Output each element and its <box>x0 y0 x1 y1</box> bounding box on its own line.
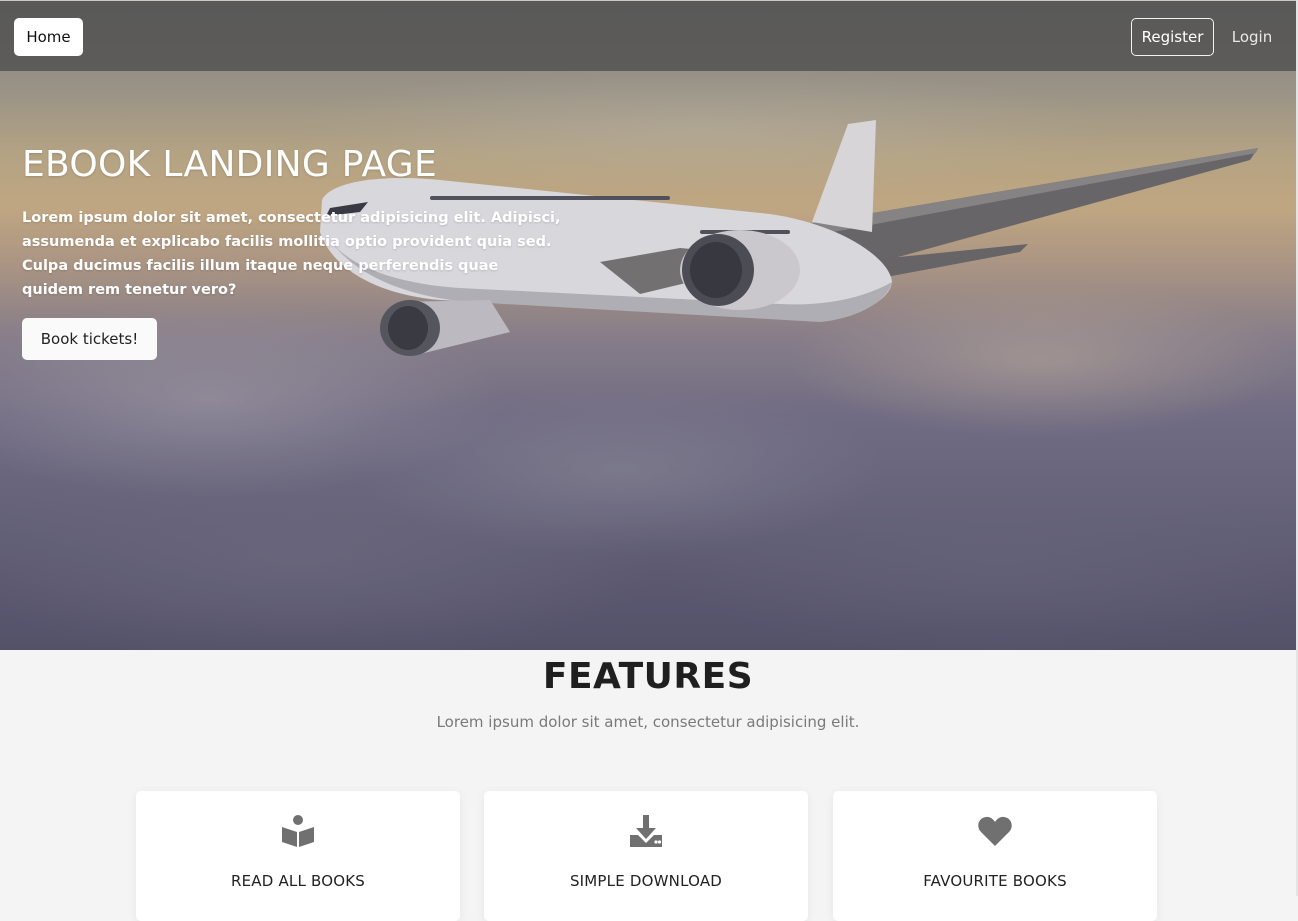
download-icon <box>484 813 808 849</box>
book-reader-icon <box>136 813 460 849</box>
feature-card-title: SIMPLE DOWNLOAD <box>569 872 723 890</box>
features-title: FEATURES <box>542 656 754 697</box>
navbar: Home Register Login <box>0 0 1296 71</box>
login-link[interactable]: Login <box>1224 18 1280 56</box>
home-button[interactable]: Home <box>14 18 83 56</box>
feature-card-read-all-books: READ ALL BOOKS <box>136 791 460 921</box>
book-tickets-button[interactable]: Book tickets! <box>22 318 157 360</box>
feature-card-favourite-books: FAVOURITE BOOKS <box>833 791 1157 921</box>
feature-card-simple-download: SIMPLE DOWNLOAD <box>484 791 808 921</box>
register-button[interactable]: Register <box>1131 18 1214 56</box>
hero-overlay <box>0 0 1296 650</box>
hero-description: Lorem ipsum dolor sit amet, consectetur … <box>22 210 561 298</box>
hero-title: EBOOK LANDING PAGE <box>22 144 438 185</box>
heart-icon <box>833 813 1157 849</box>
hero-section: EBOOK LANDING PAGE Lorem ipsum dolor sit… <box>0 0 1296 650</box>
feature-card-title: FAVOURITE BOOKS <box>923 872 1067 890</box>
features-subtitle: Lorem ipsum dolor sit amet, consectetur … <box>436 713 860 731</box>
feature-card-title: READ ALL BOOKS <box>230 872 366 890</box>
